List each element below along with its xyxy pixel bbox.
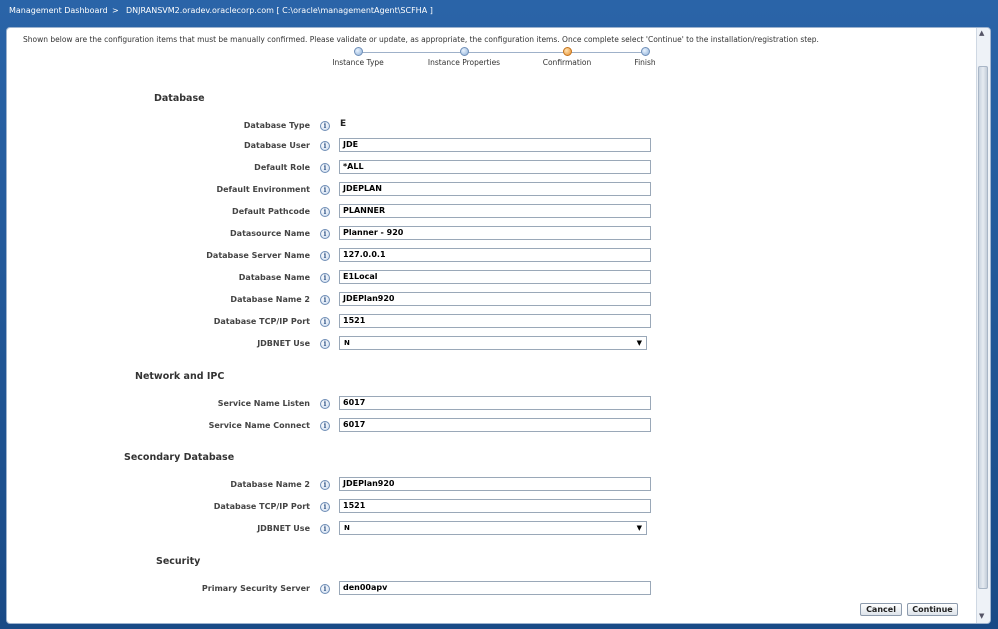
database-tcp-port-input[interactable]: 1521	[339, 314, 651, 328]
breadcrumb-current: DNJRANSVM2.oradev.oraclecorp.com [ C:\or…	[126, 6, 433, 15]
label-database-tcp-port: Database TCP/IP Port	[213, 317, 310, 326]
train-step-dot-confirmation	[563, 47, 572, 56]
label-default-role: Default Role	[254, 163, 310, 172]
label-secondary-jdbnet-use: JDBNET Use	[257, 524, 310, 533]
default-environment-input[interactable]: JDEPLAN	[339, 182, 651, 196]
info-icon[interactable]: i	[320, 185, 330, 195]
info-icon[interactable]: i	[320, 399, 330, 409]
train-connector	[361, 52, 649, 53]
train-step-dot-finish	[641, 47, 650, 56]
label-secondary-tcp-port: Database TCP/IP Port	[213, 502, 310, 511]
label-datasource-name: Datasource Name	[230, 229, 310, 238]
info-icon[interactable]: i	[320, 207, 330, 217]
section-title-security: Security	[156, 556, 201, 567]
info-icon[interactable]: i	[320, 273, 330, 283]
default-role-input[interactable]: *ALL	[339, 160, 651, 174]
info-icon[interactable]: i	[320, 317, 330, 327]
info-icon[interactable]: i	[320, 339, 330, 349]
info-icon[interactable]: i	[320, 295, 330, 305]
info-icon[interactable]: i	[320, 229, 330, 239]
info-icon[interactable]: i	[320, 584, 330, 594]
info-icon[interactable]: i	[320, 502, 330, 512]
section-title-network: Network and IPC	[135, 371, 225, 382]
vertical-scrollbar[interactable]: ▲ ▼	[976, 28, 990, 623]
chevron-down-icon[interactable]: ▼	[637, 522, 642, 534]
label-database-type: Database Type	[243, 121, 310, 130]
train-step-dot-instance-type[interactable]	[354, 47, 363, 56]
continue-button[interactable]: Continue	[907, 603, 958, 616]
secondary-tcp-port-input[interactable]: 1521	[339, 499, 651, 513]
service-name-listen-input[interactable]: 6017	[339, 396, 651, 410]
cancel-button[interactable]: Cancel	[860, 603, 902, 616]
datasource-name-input[interactable]: Planner - 920	[339, 226, 651, 240]
secondary-jdbnet-use-select[interactable]: N ▼	[339, 521, 647, 535]
database-name-2-input[interactable]: JDEPlan920	[339, 292, 651, 306]
train-step-confirmation: Confirmation	[542, 58, 592, 67]
value-database-type: E	[340, 119, 347, 129]
database-user-input[interactable]: JDE	[339, 138, 651, 152]
chevron-down-icon[interactable]: ▼	[637, 337, 642, 349]
info-icon[interactable]: i	[320, 121, 330, 131]
label-secondary-database-name-2: Database Name 2	[230, 480, 310, 489]
secondary-database-name-2-input[interactable]: JDEPlan920	[339, 477, 651, 491]
label-jdbnet-use: JDBNET Use	[257, 339, 310, 348]
jdbnet-use-value: N	[344, 339, 350, 347]
info-icon[interactable]: i	[320, 251, 330, 261]
main-panel: Shown below are the configuration items …	[6, 27, 991, 624]
section-title-database: Database	[154, 93, 205, 104]
breadcrumb-app-link[interactable]: Management Dashboard	[9, 0, 108, 22]
label-database-user: Database User	[244, 141, 310, 150]
primary-security-server-input[interactable]: den00apv	[339, 581, 651, 595]
label-database-server-name: Database Server Name	[206, 251, 310, 260]
label-default-pathcode: Default Pathcode	[232, 207, 310, 216]
label-service-name-listen: Service Name Listen	[217, 399, 310, 408]
service-name-connect-input[interactable]: 6017	[339, 418, 651, 432]
window: Management Dashboard > DNJRANSVM2.oradev…	[0, 0, 998, 629]
secondary-jdbnet-use-value: N	[344, 524, 350, 532]
section-title-secondary-database: Secondary Database	[124, 452, 235, 463]
label-database-name: Database Name	[238, 273, 310, 282]
train-step-instance-properties[interactable]: Instance Properties	[428, 58, 500, 67]
database-server-name-input[interactable]: 127.0.0.1	[339, 248, 651, 262]
jdbnet-use-select[interactable]: N ▼	[339, 336, 647, 350]
info-icon[interactable]: i	[320, 141, 330, 151]
info-icon[interactable]: i	[320, 421, 330, 431]
scroll-down-icon[interactable]: ▼	[979, 612, 984, 620]
instruction-text: Shown below are the configuration items …	[23, 35, 819, 44]
database-name-input[interactable]: E1Local	[339, 270, 651, 284]
train-step-finish: Finish	[634, 58, 656, 67]
label-database-name-2: Database Name 2	[230, 295, 310, 304]
info-icon[interactable]: i	[320, 163, 330, 173]
info-icon[interactable]: i	[320, 524, 330, 534]
info-icon[interactable]: i	[320, 480, 330, 490]
train-step-instance-type[interactable]: Instance Type	[332, 58, 384, 67]
label-default-environment: Default Environment	[216, 185, 310, 194]
scrollbar-thumb[interactable]	[978, 66, 988, 589]
label-service-name-connect: Service Name Connect	[208, 421, 310, 430]
label-primary-security-server: Primary Security Server	[201, 584, 310, 593]
title-bar: Management Dashboard > DNJRANSVM2.oradev…	[0, 0, 998, 22]
train-step-dot-instance-properties[interactable]	[460, 47, 469, 56]
default-pathcode-input[interactable]: PLANNER	[339, 204, 651, 218]
scroll-up-icon[interactable]: ▲	[979, 29, 984, 37]
breadcrumb-separator: >	[112, 6, 119, 15]
